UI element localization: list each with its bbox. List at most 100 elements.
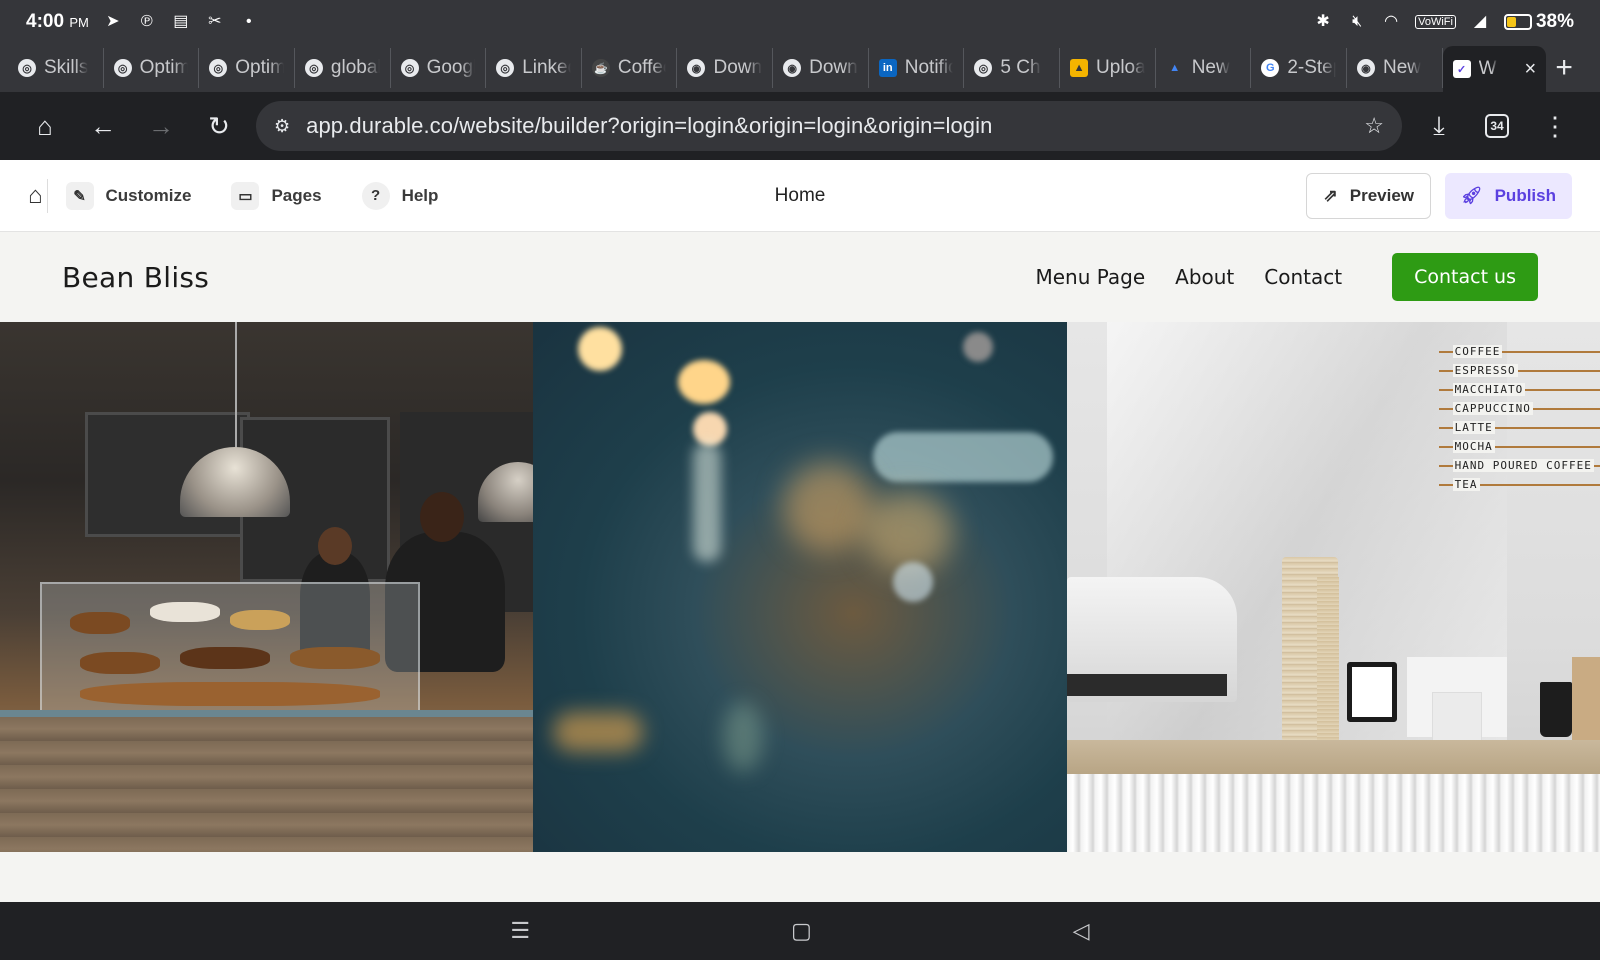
google-icon: G xyxy=(1261,59,1280,77)
telegram-icon: ➤ xyxy=(106,13,120,30)
menu-board-item: COFFEE xyxy=(1452,345,1503,358)
globe-icon: ◎ xyxy=(209,59,228,77)
brush-icon: ✎ xyxy=(65,181,94,210)
menu-board-item: LATTE xyxy=(1452,421,1495,434)
tab[interactable]: ◎ Skills xyxy=(8,48,104,88)
tab[interactable]: ◎ 5 Ch xyxy=(964,48,1061,88)
chrome-icon: ◉ xyxy=(1356,59,1375,77)
menu-kebab-icon[interactable]: ⋮ xyxy=(1526,102,1584,150)
menu-board-item: MOCHA xyxy=(1452,440,1495,453)
omnibox[interactable]: ⚙ app.durable.co/website/builder?origin=… xyxy=(256,101,1402,151)
rocket-icon: 🚀︎ xyxy=(1461,185,1483,205)
linkedin-icon: in xyxy=(878,59,897,77)
hero-gallery: COFFEE ESPRESSO MACCHIATO CAPPUCCINO LAT… xyxy=(0,322,1600,852)
home-icon[interactable]: ⌂ xyxy=(16,102,74,150)
divider xyxy=(46,178,48,213)
recents-icon[interactable]: ☰ xyxy=(510,918,530,944)
chrome-icon: ◉ xyxy=(783,59,802,77)
external-link-icon: ⇗ xyxy=(1323,185,1338,205)
address-toolbar: ⌂ ← → ↻ ⚙ app.durable.co/website/builder… xyxy=(0,92,1600,160)
nav-link-menu[interactable]: Menu Page xyxy=(1035,265,1145,289)
tab-switcher-button[interactable]: 34 xyxy=(1468,102,1526,150)
reload-icon[interactable]: ↻ xyxy=(190,102,248,150)
forward-icon[interactable]: → xyxy=(132,102,190,150)
tools-icon: ✂ xyxy=(208,13,222,30)
close-tab-icon[interactable]: × xyxy=(1525,58,1537,81)
help-button[interactable]: ? Help xyxy=(361,181,438,210)
globe-icon: ◎ xyxy=(974,59,993,77)
menu-board-item: TEA xyxy=(1452,478,1480,491)
system-nav-bar: ☰ ▢ ◁ xyxy=(0,902,1600,960)
menu-board: COFFEE ESPRESSO MACCHIATO CAPPUCCINO LAT… xyxy=(1438,342,1600,494)
clock: 4:00 PM xyxy=(26,11,89,32)
back-icon[interactable]: ← xyxy=(74,102,132,150)
globe-icon: ◎ xyxy=(113,59,132,77)
tab[interactable]: ◎ global xyxy=(295,48,391,88)
globe-icon: ◎ xyxy=(400,59,419,77)
contact-us-button[interactable]: Contact us xyxy=(1392,253,1538,301)
status-bar: 4:00 PM ➤ ℗ ▤ ✂ • ✱ 🔇︎ ◠ VoWiFi ◢ 38% xyxy=(0,0,1600,44)
tab[interactable]: G2-Step xyxy=(1251,48,1347,88)
tab[interactable]: ◎Optimizing xyxy=(104,48,200,88)
menu-board-item: HAND POURED COFFEE xyxy=(1452,459,1594,472)
tab[interactable]: ◎LinkedIn xyxy=(486,48,582,88)
tab[interactable]: ▲Upload xyxy=(1060,48,1156,88)
globe-icon: ◎ xyxy=(496,59,515,77)
menu-board-item: ESPRESSO xyxy=(1452,364,1518,377)
news-icon: ▤ xyxy=(173,13,189,30)
tab[interactable]: ▲ New xyxy=(1156,48,1252,88)
builder-toolbar: ⌂ ✎ Customize ▭ Pages ? Help Home ⇗ Preview … xyxy=(0,160,1600,232)
site-brand[interactable]: Bean Bliss xyxy=(62,261,209,294)
more-notifications-dot: • xyxy=(246,13,252,30)
publish-button[interactable]: 🚀︎ Publish xyxy=(1445,172,1572,219)
tab[interactable]: ◉Download xyxy=(773,48,869,88)
current-page-selector[interactable]: Home xyxy=(775,185,826,207)
site-header: Bean Bliss Menu Page About Contact Conta… xyxy=(0,232,1600,322)
pages-button[interactable]: ▭ Pages xyxy=(231,181,322,210)
favicon-icon: ◎ xyxy=(18,59,36,77)
new-tab-button[interactable]: + xyxy=(1546,51,1582,85)
tab[interactable]: ◉ New xyxy=(1347,48,1443,88)
bookmark-star-icon[interactable]: ☆ xyxy=(1364,113,1384,139)
google-ads-icon: ▲ xyxy=(1169,62,1181,74)
back-triangle-icon[interactable]: ◁ xyxy=(1073,918,1090,944)
vowifi-label: VoWiFi xyxy=(1415,15,1456,29)
battery-icon xyxy=(1503,14,1532,30)
bokeh-cafe-image xyxy=(533,322,1067,852)
builder-home-button[interactable]: ⌂ xyxy=(28,182,43,210)
tab[interactable]: ◎Optimizing xyxy=(199,48,295,88)
pages-icon: ▭ xyxy=(231,181,260,210)
tab-strip: ◎Skills ◎Optimizing ◎Optimizing ◎global … xyxy=(0,44,1600,92)
durable-icon: ✓ xyxy=(1452,60,1471,78)
site-settings-icon[interactable]: ⚙ xyxy=(274,116,290,137)
globe-icon: ◎ xyxy=(304,59,323,77)
battery-indicator: 38% xyxy=(1503,11,1574,33)
download-icon[interactable]: ⤓ xyxy=(1410,102,1468,150)
chrome-icon: ◉ xyxy=(687,59,706,77)
website-preview: Bean Bliss Menu Page About Contact Conta… xyxy=(0,232,1600,902)
customize-button[interactable]: ✎ Customize xyxy=(65,181,191,210)
nav-link-contact[interactable]: Contact xyxy=(1264,265,1342,289)
tab[interactable]: ◉Download xyxy=(677,48,774,88)
wifi-icon: ◠ xyxy=(1384,13,1399,30)
tab[interactable]: ◎Google xyxy=(391,48,487,88)
tab[interactable]: inNotifications xyxy=(869,48,965,88)
bluetooth-icon: ✱ xyxy=(1316,13,1330,30)
pinterest-icon: ℗ xyxy=(140,13,153,30)
nav-link-about[interactable]: About xyxy=(1175,265,1234,289)
tab[interactable]: ☕Coffee xyxy=(582,48,678,88)
home-square-icon[interactable]: ▢ xyxy=(791,918,812,944)
mute-icon: 🔇︎ xyxy=(1352,13,1363,30)
menu-board-item: CAPPUCCINO xyxy=(1452,402,1533,415)
menu-board-item: MACCHIATO xyxy=(1452,383,1526,396)
tab-active[interactable]: ✓ W × xyxy=(1442,46,1547,92)
bakery-counter-image xyxy=(0,322,534,852)
url-text[interactable]: app.durable.co/website/builder?origin=lo… xyxy=(306,113,1348,139)
upload-icon: ▲ xyxy=(1070,59,1089,77)
signal-icon: ◢ xyxy=(1473,13,1487,30)
coffee-favicon-icon: ☕ xyxy=(591,59,610,77)
home-icon: ⌂ xyxy=(28,181,43,209)
help-icon: ? xyxy=(361,181,390,210)
coffee-menu-counter-image: COFFEE ESPRESSO MACCHIATO CAPPUCCINO LAT… xyxy=(1066,322,1600,852)
preview-button[interactable]: ⇗ Preview xyxy=(1306,172,1431,219)
